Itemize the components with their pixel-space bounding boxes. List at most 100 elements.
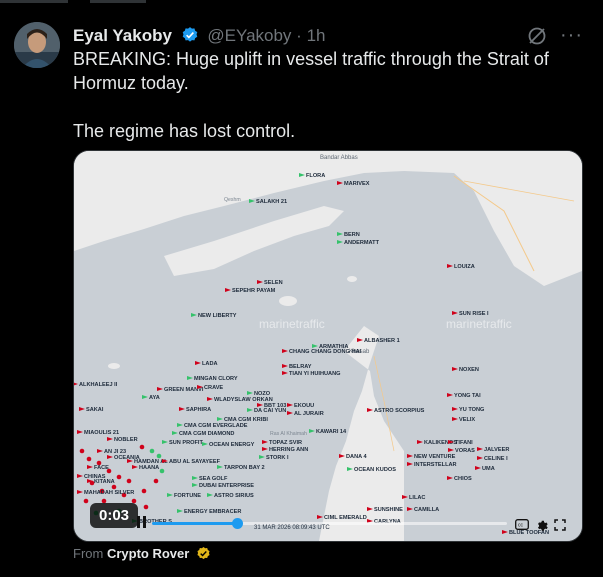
vessel-label: VORAS (455, 448, 475, 454)
vessel-marker[interactable] (86, 456, 92, 462)
vessel-label: OCEAN KUDOS (354, 467, 396, 473)
vessel-label: SEPEHR PAYAM (232, 288, 276, 294)
vessel-label: NOBLER (114, 437, 138, 443)
attribution-prefix: From (73, 546, 104, 561)
vessel-label: OCEAN ENERGY (209, 442, 255, 448)
separator-dot: · (296, 26, 302, 45)
vessel-label: MARIVEX (344, 181, 370, 187)
avatar-image (14, 22, 60, 68)
vessel-label: CHIOS (454, 476, 472, 482)
pause-icon[interactable] (136, 515, 148, 529)
vessel-label: SALAKH 21 (256, 199, 287, 205)
vessel-marker[interactable] (139, 444, 145, 450)
vessel-marker[interactable] (156, 453, 162, 459)
vessel-label: AYA (149, 395, 160, 401)
vessel-label: SUN RISE I (459, 311, 489, 317)
vessel-label: DA CAI YUN (254, 408, 286, 414)
vessel-label: STORK I (266, 455, 289, 461)
fullscreen-icon[interactable] (554, 519, 566, 531)
vessel-label: HAANA (139, 465, 159, 471)
vessel-label: BELRAY (289, 364, 312, 370)
map-watermark: marinetraffic (446, 317, 512, 331)
vessel-label: CAMILLA (414, 507, 439, 513)
vessel-marker[interactable] (116, 474, 122, 480)
vessel-label: FACE (94, 465, 109, 471)
vessel-label: TOPAZ SVIR (269, 440, 302, 446)
vessel-label: KITANA (94, 479, 115, 485)
vessel-label: ENERGY EMBRACER (184, 509, 241, 515)
vessel-label: NEW LIBERTY (198, 313, 237, 319)
vessel-label: NOZO (254, 391, 271, 397)
vessel-label: ANDERMATT (344, 240, 380, 246)
place-label: Bandar Abbas (320, 155, 358, 161)
vessel-label: VELIX (459, 417, 475, 423)
settings-icon[interactable] (535, 518, 548, 531)
vessel-marker[interactable] (141, 488, 147, 494)
vessel-label: EKOUU (294, 403, 314, 409)
post-time[interactable]: 1h (307, 26, 326, 45)
vessel-label: NEW VENTURE (414, 454, 456, 460)
vessel-label: CIML EMERALD (324, 515, 367, 521)
ship-traffic-map: Bandar Abbas Khasab Qeshm Ras Al Khaimah… (74, 151, 582, 541)
verified-badge-icon (181, 26, 199, 49)
avatar[interactable] (14, 22, 60, 68)
vessel-label: MAHADAH SILVER (84, 490, 134, 496)
vessel-label: CRAVE (204, 385, 223, 391)
vessel-label: LOUIZA (454, 264, 475, 270)
vessel-label: NOXEN (459, 367, 479, 373)
vessel-label: LILAC (409, 495, 425, 501)
tweet-text: BREAKING: Huge uplift in vessel traffic … (73, 47, 573, 143)
vessel-label: CELINE I (484, 456, 508, 462)
tweet-text-line: The regime has lost control. (73, 121, 296, 141)
vessel-marker[interactable] (111, 484, 117, 490)
vessel-label: INTERSTELLAR (414, 462, 457, 468)
video-player[interactable]: Bandar Abbas Khasab Qeshm Ras Al Khaimah… (73, 150, 583, 542)
vessel-label: CHANG CHANG DONG HAI (289, 349, 362, 355)
vessel-label: AL JURAIR (294, 411, 324, 417)
vessel-label: DANA 4 (346, 454, 368, 460)
vessel-label: ALKHALEEJ II (79, 382, 118, 388)
video-progress-fill (152, 522, 238, 525)
vessel-label: TIAN YI HUIHUANG (289, 371, 341, 377)
vessel-label: SAKAI (86, 407, 104, 413)
vessel-label: DUBAI ENTERPRISE (199, 483, 254, 489)
tweet-text-line: Hormuz today. (73, 73, 189, 93)
author-name[interactable]: Eyal Yakoby (73, 26, 172, 45)
vessel-label: SELEN (264, 280, 283, 286)
svg-text:cc: cc (518, 523, 524, 529)
vessel-label: JALVEER (484, 447, 509, 453)
vessel-marker[interactable] (126, 478, 132, 484)
vessel-label: CMA CGM DIAMOND (179, 431, 234, 437)
tweet-text-line: BREAKING: Huge uplift in vessel traffic … (73, 49, 549, 69)
vessel-label: SEA GOLF (199, 476, 228, 482)
vessel-label: YONG TAI (454, 393, 481, 399)
vessel-marker[interactable] (149, 448, 155, 454)
vessel-marker[interactable] (143, 504, 149, 510)
map-watermark: marinetraffic (259, 317, 325, 331)
vessel-label: UMA (482, 466, 495, 472)
vessel-label: SUNSHINE (374, 507, 403, 513)
place-label: Qeshm (224, 197, 241, 203)
place-label: Ras Al Khaimah (270, 431, 307, 437)
vessel-label: MIAOULIS 21 (84, 430, 119, 436)
vessel-label: FORTUNE (174, 493, 201, 499)
attribution-source[interactable]: Crypto Rover (107, 546, 189, 561)
vessel-label: SUN PROFIT (169, 440, 203, 446)
vessel-marker[interactable] (83, 498, 89, 504)
verified-gold-badge-icon (196, 546, 211, 564)
vessel-marker[interactable] (79, 448, 85, 454)
vessel-label: LADA (202, 361, 218, 367)
vessel-label: TARPON BAY 2 (224, 465, 265, 471)
thread-separator (0, 0, 603, 4)
media-attribution: From Crypto Rover (73, 546, 211, 564)
more-icon[interactable]: ··· (560, 24, 583, 47)
captions-icon[interactable]: cc (515, 519, 529, 530)
vessel-label: CMA CGM EVERGLADE (184, 423, 248, 429)
author-handle[interactable]: @EYakoby (207, 26, 291, 45)
vessel-label: ASTRO SCORPIUS (374, 408, 425, 414)
vessel-label: ASTRO SIRIUS (214, 493, 254, 499)
vessel-marker[interactable] (159, 468, 165, 474)
vessel-label: KAWARI 14 (316, 429, 347, 435)
vessel-marker[interactable] (153, 478, 159, 484)
vessel-label: KALIKENOS (424, 440, 457, 446)
